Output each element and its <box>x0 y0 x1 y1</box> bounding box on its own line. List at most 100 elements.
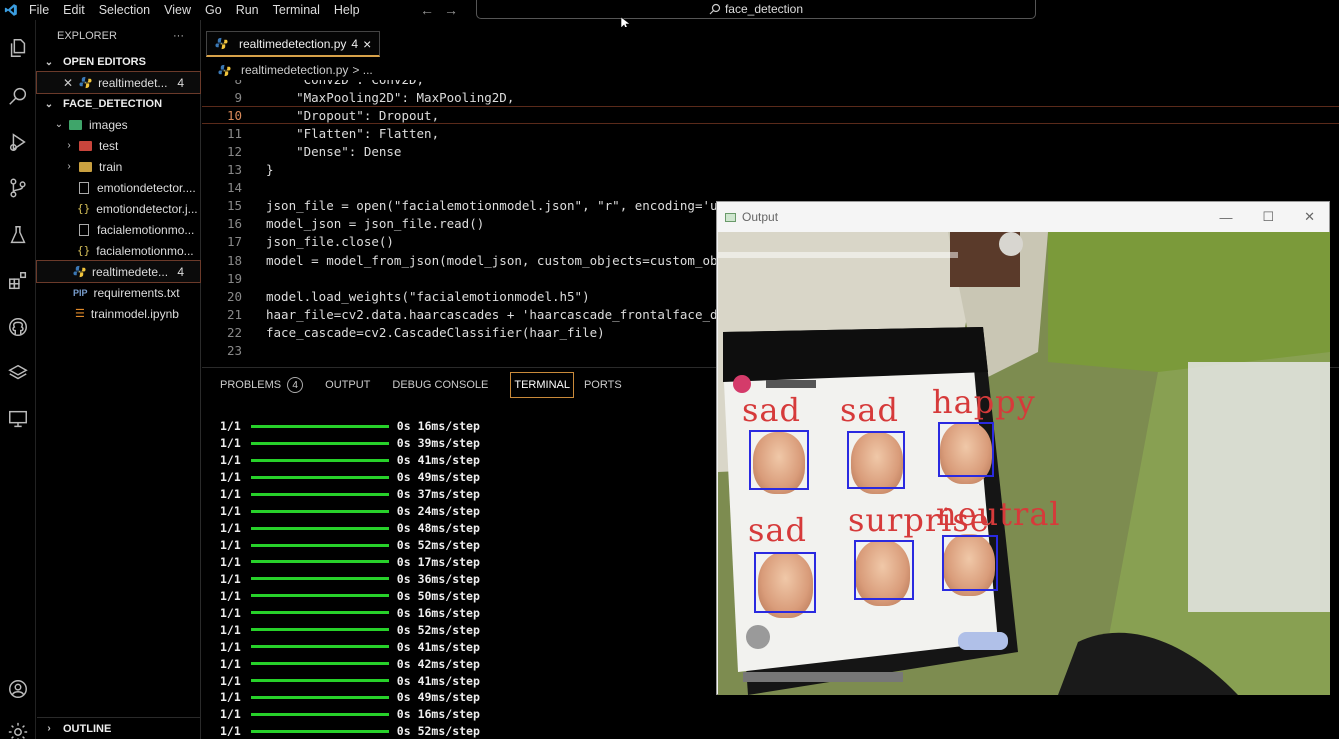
problems-badge: 4 <box>177 264 184 279</box>
command-center-search[interactable]: face_detection <box>476 0 1036 19</box>
tab-debug-console[interactable]: DEBUG CONSOLE <box>392 372 500 398</box>
step-rate: 52ms/step <box>417 622 480 637</box>
tree-file[interactable]: PIP requirements.txt <box>37 282 200 303</box>
tree-folder-images[interactable]: ⌄ images <box>37 114 200 135</box>
chevron-right-icon: › <box>67 161 71 172</box>
face-detection-box <box>847 431 905 489</box>
back-arrow-icon[interactable]: ← <box>420 2 434 18</box>
step-rate: 50ms/step <box>417 588 480 603</box>
menu-selection[interactable]: Selection <box>92 3 157 17</box>
breadcrumb-rest[interactable]: > ... <box>352 63 372 77</box>
open-editor-item[interactable]: ✕ realtimedet... 4 <box>36 71 201 94</box>
editor-tab[interactable]: realtimedetection.py 4 × <box>206 31 381 57</box>
explorer-icon[interactable] <box>3 33 33 63</box>
progress-bar <box>250 645 389 649</box>
layers-icon[interactable] <box>3 358 33 388</box>
terminal-line: 1/1 0s 16ms/step <box>220 604 480 621</box>
run-debug-icon[interactable] <box>3 127 33 157</box>
terminal-line: 1/1 0s 37ms/step <box>220 486 480 503</box>
tab-output[interactable]: OUTPUT <box>325 372 382 398</box>
elapsed-time: 0s <box>396 588 411 603</box>
line-number: 8 <box>202 80 242 87</box>
step-count: 1/1 <box>220 487 241 502</box>
tree-file[interactable]: emotiondetector.... <box>37 177 200 198</box>
maximize-icon[interactable]: ☐ <box>1262 209 1274 225</box>
progress-bar <box>250 458 389 462</box>
account-icon[interactable] <box>3 674 33 704</box>
code-line[interactable]: 9 "MaxPooling2D": MaxPooling2D, <box>202 88 1339 106</box>
code-line[interactable]: 13} <box>202 161 1339 179</box>
close-icon[interactable]: ✕ <box>63 76 73 90</box>
outline-label: OUTLINE <box>63 722 112 735</box>
testing-icon[interactable] <box>3 220 33 250</box>
more-actions-icon[interactable]: ··· <box>173 30 184 42</box>
terminal-line: 1/1 0s 39ms/step <box>220 435 480 452</box>
tree-item-label: train <box>99 159 123 174</box>
github-icon[interactable] <box>3 312 33 342</box>
step-rate: 39ms/step <box>417 436 480 451</box>
code-text: "Flatten": Flatten, <box>266 125 440 141</box>
output-window[interactable]: Output — ☐ ✕ sad sad happy sad surprise … <box>716 201 1330 695</box>
outline-section[interactable]: › OUTLINE <box>37 717 201 739</box>
source-control-icon[interactable] <box>3 173 33 203</box>
forward-arrow-icon[interactable]: → <box>444 2 458 18</box>
code-line[interactable]: 11 "Flatten": Flatten, <box>202 124 1339 142</box>
images-folder-icon <box>69 119 82 130</box>
output-window-titlebar[interactable]: Output — ☐ ✕ <box>717 202 1329 232</box>
remote-explorer-icon[interactable] <box>3 404 33 434</box>
extensions-icon[interactable] <box>3 266 33 296</box>
tree-item-label: emotiondetector.... <box>97 180 196 195</box>
elapsed-time: 0s <box>396 605 411 620</box>
terminal-line: 1/1 0s 41ms/step <box>220 452 480 469</box>
emotion-label: neutral <box>936 495 1061 533</box>
code-text: model = model_from_json(model_json, cust… <box>266 252 726 268</box>
minimize-icon[interactable]: — <box>1219 210 1232 225</box>
terminal-line: 1/1 0s 48ms/step <box>220 520 480 537</box>
progress-bar <box>250 424 389 428</box>
tab-close-icon[interactable]: × <box>363 36 371 52</box>
code-line[interactable]: 10 "Dropout": Dropout, <box>202 106 1339 125</box>
menu-run[interactable]: Run <box>229 3 266 17</box>
tree-file-selected[interactable]: realtimedete... 4 <box>36 260 201 283</box>
menu-file[interactable]: File <box>22 3 56 17</box>
open-editors-section[interactable]: ⌄ OPEN EDITORS <box>37 52 200 72</box>
json-file-icon: {} <box>77 244 91 257</box>
menu-help[interactable]: Help <box>327 3 367 17</box>
tab-problems[interactable]: PROBLEMS 4 <box>220 372 315 398</box>
tree-folder-train[interactable]: › train <box>37 156 200 177</box>
menu-terminal[interactable]: Terminal <box>266 3 327 17</box>
code-line[interactable]: 12 "Dense": Dense <box>202 142 1339 160</box>
tree-file[interactable]: {} emotiondetector.j... <box>37 198 200 219</box>
terminal-line: 1/1 0s 52ms/step <box>220 621 480 638</box>
menu-go[interactable]: Go <box>198 3 229 17</box>
project-section[interactable]: ⌄ FACE_DETECTION <box>37 94 200 114</box>
elapsed-time: 0s <box>396 673 411 688</box>
breadcrumb-file[interactable]: realtimedetection.py <box>241 63 348 77</box>
elapsed-time: 0s <box>396 707 411 722</box>
menu-edit[interactable]: Edit <box>56 3 92 17</box>
code-text: model_json = json_file.read() <box>266 216 485 232</box>
tree-file[interactable]: facialemotionmo... <box>37 219 200 240</box>
elapsed-time: 0s <box>396 521 411 536</box>
file-icon <box>79 181 89 194</box>
tab-terminal[interactable]: TERMINAL <box>510 372 574 398</box>
tree-file[interactable]: ☰ trainmodel.ipynb <box>37 303 200 324</box>
line-number: 15 <box>226 198 242 214</box>
tree-file[interactable]: {} facialemotionmo... <box>37 240 200 261</box>
terminal-output[interactable]: 1/1 0s 16ms/step 1/1 0s 39ms/step 1/1 0s 41ms… <box>220 418 480 739</box>
tree-folder-test[interactable]: › test <box>37 135 200 156</box>
code-text: face_cascade=cv2.CascadeClassifier(haar_… <box>266 324 605 340</box>
menu-view[interactable]: View <box>157 3 198 17</box>
tree-item-label: facialemotionmo... <box>96 243 194 258</box>
code-line[interactable]: 8 "Conv2D": Conv2D, <box>202 80 1339 88</box>
terminal-line: 1/1 0s 52ms/step <box>220 723 480 739</box>
terminal-line: 1/1 0s 36ms/step <box>220 570 480 587</box>
line-number: 9 <box>234 89 242 105</box>
code-text: } <box>266 162 274 177</box>
close-icon[interactable]: ✕ <box>1304 209 1315 225</box>
settings-gear-icon[interactable] <box>3 717 33 739</box>
step-count: 1/1 <box>220 571 241 586</box>
search-icon[interactable] <box>3 81 33 111</box>
code-line[interactable]: 14 <box>202 179 1339 197</box>
tab-ports[interactable]: PORTS <box>584 372 634 398</box>
